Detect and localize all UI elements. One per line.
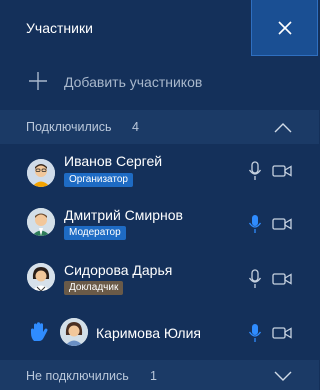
panel-header: Участники xyxy=(0,0,319,56)
chevron-up-icon xyxy=(274,123,292,133)
participant-row[interactable]: Иванов Сергей Организатор xyxy=(0,145,319,199)
camera-icon[interactable] xyxy=(272,325,292,341)
role-badge: Модератор xyxy=(64,226,126,240)
connected-section-header[interactable]: Подключились 4 xyxy=(0,110,319,144)
close-icon xyxy=(277,20,292,35)
avatar xyxy=(60,318,88,346)
close-button[interactable] xyxy=(251,0,318,56)
disconnected-section-header[interactable]: Не подключились 1 xyxy=(0,360,319,390)
connected-section-title: Подключились xyxy=(26,120,112,134)
camera-icon[interactable] xyxy=(272,216,292,232)
add-participants-button[interactable]: Добавить участников xyxy=(0,62,319,104)
participant-name: Дмитрий Смирнов xyxy=(64,207,183,223)
avatar xyxy=(27,159,55,187)
disconnected-section-title: Не подключились xyxy=(26,369,129,383)
camera-icon[interactable] xyxy=(272,163,292,179)
participant-row[interactable]: Дмитрий Смирнов Модератор xyxy=(0,200,319,254)
role-badge: Докладчик xyxy=(64,281,124,295)
microphone-icon[interactable] xyxy=(248,161,262,181)
raised-hand-icon xyxy=(31,322,48,341)
microphone-icon[interactable] xyxy=(248,269,262,289)
participant-row[interactable]: Каримова Юлия xyxy=(0,307,319,361)
connected-count: 4 xyxy=(132,120,139,134)
disconnected-count: 1 xyxy=(150,369,157,383)
participants-panel: Участники Добавить участников Подключили… xyxy=(0,0,319,390)
microphone-active-icon[interactable] xyxy=(248,214,262,234)
panel-title: Участники xyxy=(26,20,93,36)
plus-icon xyxy=(29,72,47,90)
camera-icon[interactable] xyxy=(272,271,292,287)
chevron-down-icon xyxy=(274,371,292,381)
participant-name: Каримова Юлия xyxy=(96,325,201,341)
avatar xyxy=(27,208,55,236)
microphone-active-icon[interactable] xyxy=(248,323,262,343)
avatar xyxy=(27,263,55,291)
participant-name: Сидорова Дарья xyxy=(64,262,173,278)
participant-row[interactable]: Сидорова Дарья Докладчик xyxy=(0,254,319,308)
participant-name: Иванов Сергей xyxy=(64,153,163,169)
role-badge: Организатор xyxy=(64,173,133,187)
add-participants-label: Добавить участников xyxy=(64,74,203,90)
